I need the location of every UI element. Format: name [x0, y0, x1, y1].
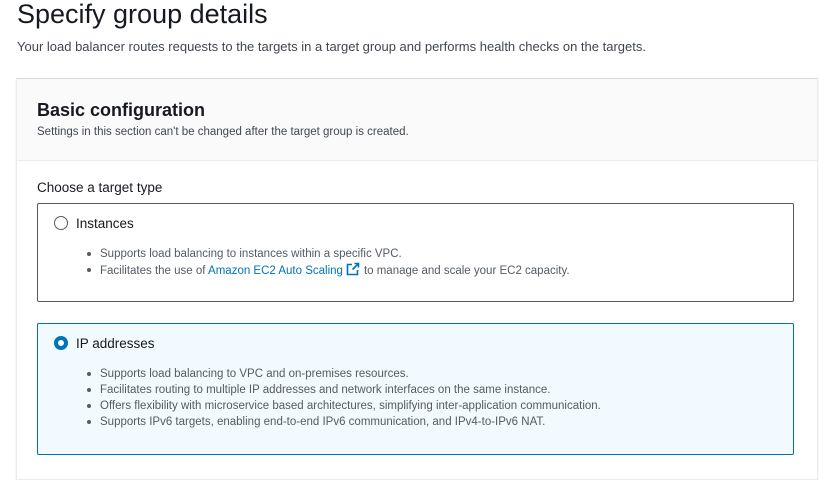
ip-addresses-radio[interactable] — [54, 336, 68, 350]
external-link-icon[interactable] — [346, 262, 360, 281]
list-item: Facilitates the use of Amazon EC2 Auto S… — [87, 262, 570, 281]
page-description: Your load balancer routes requests to th… — [17, 39, 646, 54]
target-type-instances-tile[interactable]: Instances Supports load balancing to ins… — [37, 203, 794, 302]
list-item: Offers flexibility with microservice bas… — [87, 400, 601, 412]
target-type-label: Choose a target type — [37, 180, 163, 195]
panel-header: Basic configuration Settings in this sec… — [17, 79, 817, 161]
target-type-ip-addresses-tile[interactable]: IP addresses Supports load balancing to … — [37, 323, 794, 455]
instances-label[interactable]: Instances — [76, 215, 134, 232]
page-title: Specify group details — [17, 0, 268, 29]
bullet-text: Facilitates the use of — [100, 265, 206, 277]
instances-radio[interactable] — [54, 216, 68, 230]
bullet-text: to manage and scale your EC2 capacity. — [363, 265, 570, 277]
list-item: Supports IPv6 targets, enabling end-to-e… — [87, 414, 601, 430]
list-item: Supports load balancing to instances wit… — [87, 246, 570, 262]
panel-title: Basic configuration — [37, 100, 206, 120]
basic-configuration-panel: Basic configuration Settings in this sec… — [16, 78, 818, 480]
ip-addresses-bullet-list: Supports load balancing to VPC and on-pr… — [87, 366, 601, 430]
amazon-ec2-auto-scaling-link[interactable]: Amazon EC2 Auto Scaling — [208, 265, 343, 277]
ip-addresses-label[interactable]: IP addresses — [76, 335, 155, 352]
list-item: Supports load balancing to VPC and on-pr… — [87, 366, 601, 382]
list-item: Facilitates routing to multiple IP addre… — [87, 382, 601, 398]
instances-bullet-list: Supports load balancing to instances wit… — [87, 246, 570, 281]
panel-description: Settings in this section can't be change… — [37, 126, 409, 138]
